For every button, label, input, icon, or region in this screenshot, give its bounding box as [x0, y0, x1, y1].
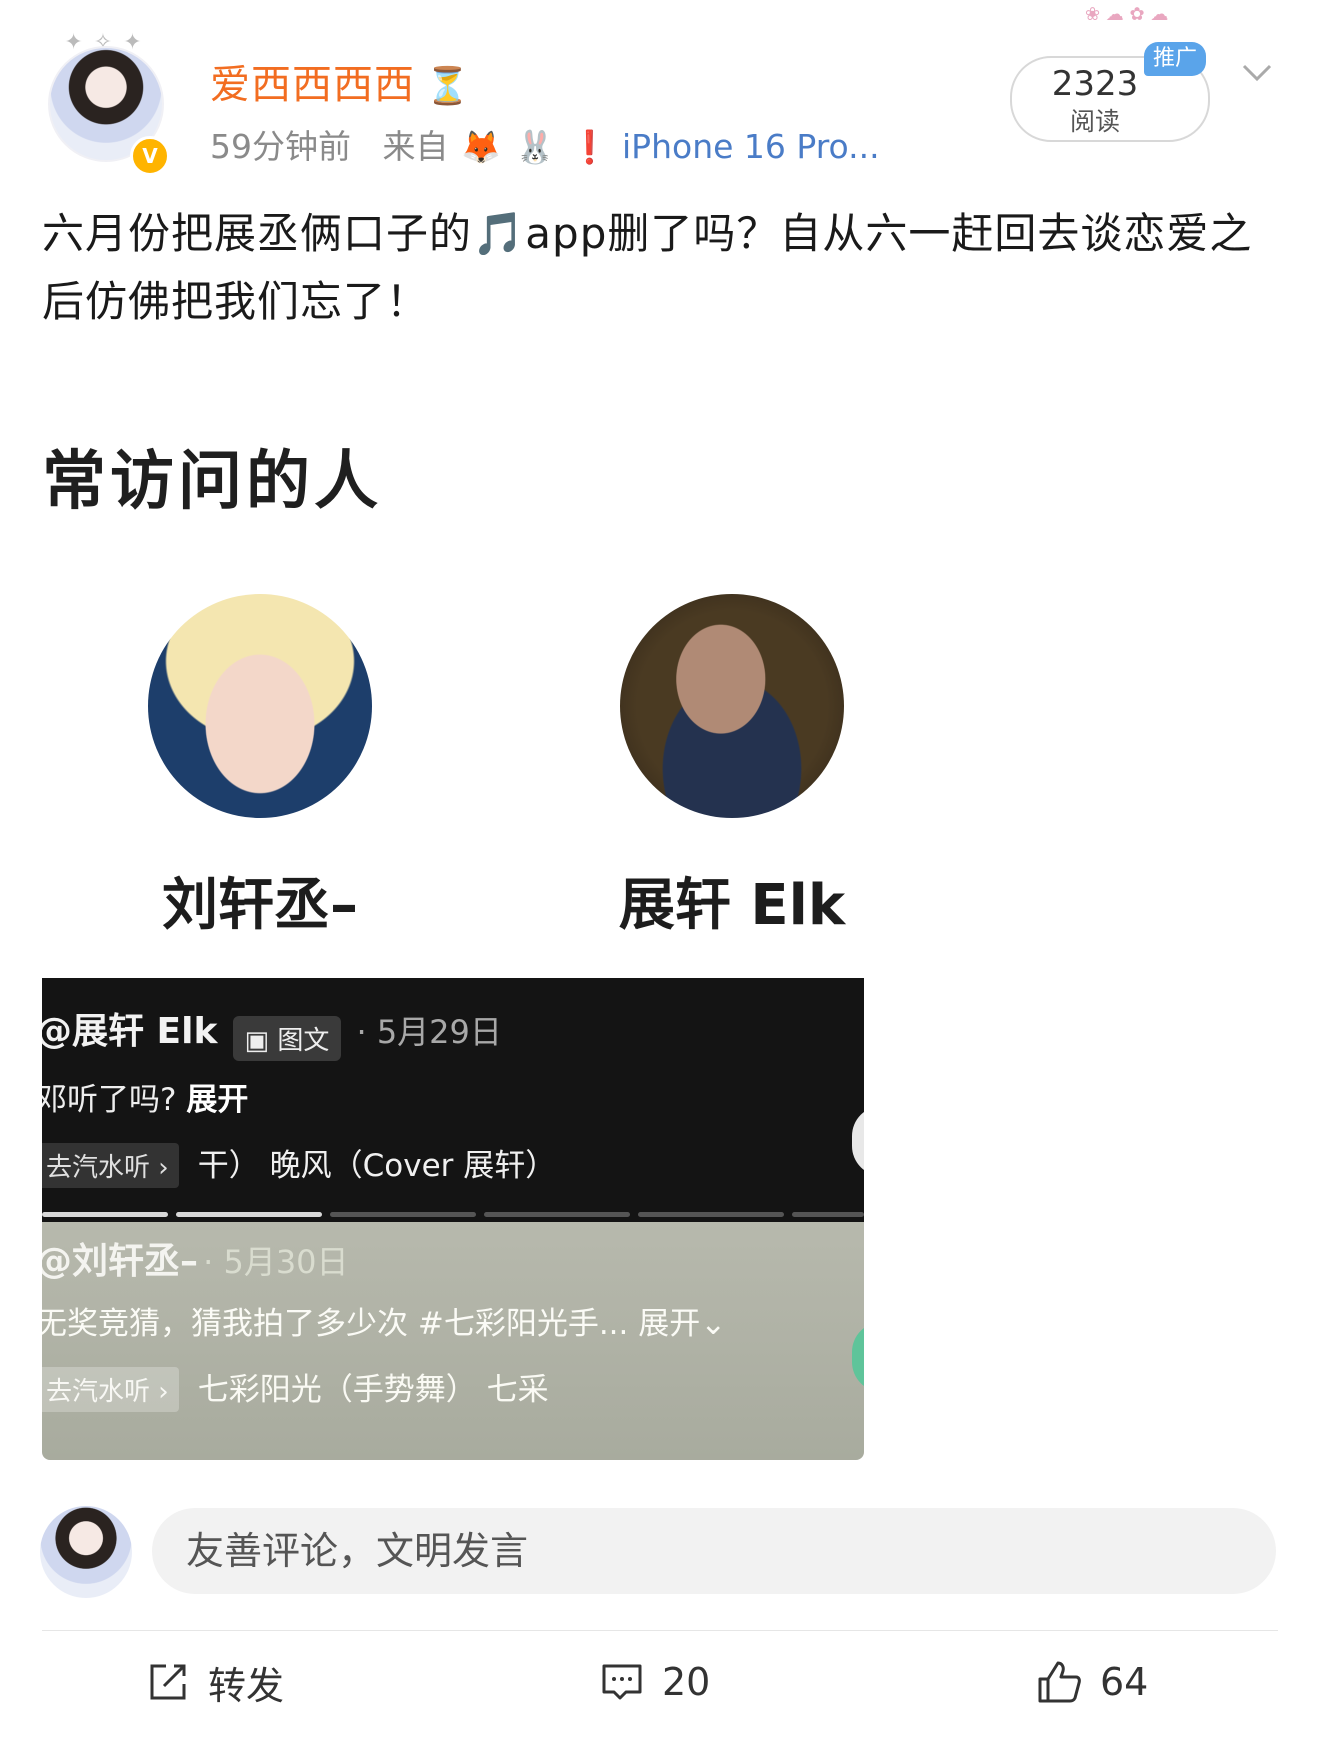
feed-expand-1: 展开 — [186, 1082, 249, 1118]
progress-segment — [638, 1212, 784, 1217]
exclamation-emoji: ❗ — [569, 128, 610, 166]
comment-input[interactable]: 友善评论，文明发言 — [152, 1508, 1276, 1594]
comment-button[interactable]: 20 — [600, 1652, 710, 1712]
feed-tag: ▣ 图文 — [232, 1016, 342, 1061]
person-name-2: 展轩 Elk — [618, 873, 846, 938]
side-button-1 — [852, 1106, 864, 1176]
comment-count: 20 — [662, 1660, 711, 1704]
post-image[interactable]: 常访问的人 刘轩丞– 展轩 Elk @展轩 Elk ▣ 图文 · 5月29日 邓… — [42, 400, 864, 1460]
feed-desc-2: 无奖竞猜，猜我拍了多少次 #七彩阳光手... 展开⌄ — [42, 1306, 727, 1342]
like-button[interactable]: 64 — [1036, 1652, 1148, 1712]
feed-preview: @展轩 Elk ▣ 图文 · 5月29日 邓听了吗? 展开 去汽水听 › 干） … — [42, 978, 864, 1460]
like-count: 64 — [1100, 1660, 1149, 1704]
progress-segment — [792, 1212, 864, 1217]
feed-author-1: @展轩 Elk — [42, 1011, 218, 1052]
feed-author-2: @刘轩丞– — [42, 1241, 199, 1282]
commenter-avatar — [40, 1506, 132, 1598]
progress-bar — [42, 1212, 864, 1218]
progress-segment — [176, 1212, 322, 1217]
post-text: 六月份把展丞俩口子的🎵app删了吗？自从六一赶回去谈恋爱之后仿佛把我们忘了！ — [42, 209, 1253, 326]
frequent-visitors-title: 常访问的人 — [42, 445, 382, 519]
person-avatar-1 — [148, 594, 372, 818]
divider — [42, 1630, 1278, 1631]
comment-icon — [602, 1664, 642, 1700]
source-prefix: 来自 — [382, 127, 449, 166]
vip-badge-icon: V — [130, 136, 170, 176]
repost-button[interactable]: 转发 — [146, 1652, 284, 1712]
progress-segment — [42, 1212, 168, 1217]
feed-item-2: @刘轩丞– · 5月30日 无奖竞猜，猜我拍了多少次 #七彩阳光手... 展开⌄… — [42, 1222, 864, 1460]
hourglass-icon: ⏳ — [425, 66, 471, 107]
device-link[interactable]: iPhone 16 Pro... — [622, 127, 880, 166]
feed-tag-text: 图文 — [277, 1026, 330, 1056]
music-chip-2: 去汽水听 › — [42, 1367, 179, 1412]
rabbit-emoji: 🐰 — [515, 128, 556, 166]
post-time: 59分钟前 — [210, 127, 351, 166]
side-button-2 — [852, 1322, 864, 1392]
read-label: 阅读 — [1069, 107, 1120, 136]
progress-segment — [330, 1212, 476, 1217]
feed-date-2: · 5月30日 — [203, 1243, 349, 1281]
feed-music-2: 七彩阳光（手势舞） 七采 — [197, 1372, 549, 1408]
feed-desc-1: 邓听了吗? — [42, 1082, 177, 1118]
like-icon — [1038, 1661, 1081, 1703]
fox-emoji: 🦊 — [460, 128, 501, 166]
progress-segment — [484, 1212, 630, 1217]
person-avatar-2 — [620, 594, 844, 818]
feed-music-1: 干） 晚风（Cover 展轩） — [197, 1148, 557, 1184]
feed-item-1: @展轩 Elk ▣ 图文 · 5月29日 邓听了吗? 展开 去汽水听 › 干） … — [42, 978, 864, 1222]
repost-label: 转发 — [208, 1663, 285, 1708]
feed-date-1: · 5月29日 — [356, 1013, 502, 1051]
user-avatar[interactable]: ✦ ✧ ✦ V — [40, 30, 170, 176]
person-name-1: 刘轩丞– — [162, 873, 358, 938]
promo-button[interactable]: 推广 — [1144, 42, 1206, 76]
username-text[interactable]: 爱西西西西 — [210, 62, 415, 108]
post-meta: 59分钟前 来自 🦊 🐰 ❗ iPhone 16 Pro... — [210, 120, 880, 168]
chevron-down-icon[interactable] — [1240, 56, 1274, 90]
repost-icon — [150, 1664, 186, 1700]
username[interactable]: 爱西西西西 ⏳ — [210, 52, 471, 110]
music-chip-1: 去汽水听 › — [42, 1143, 179, 1188]
